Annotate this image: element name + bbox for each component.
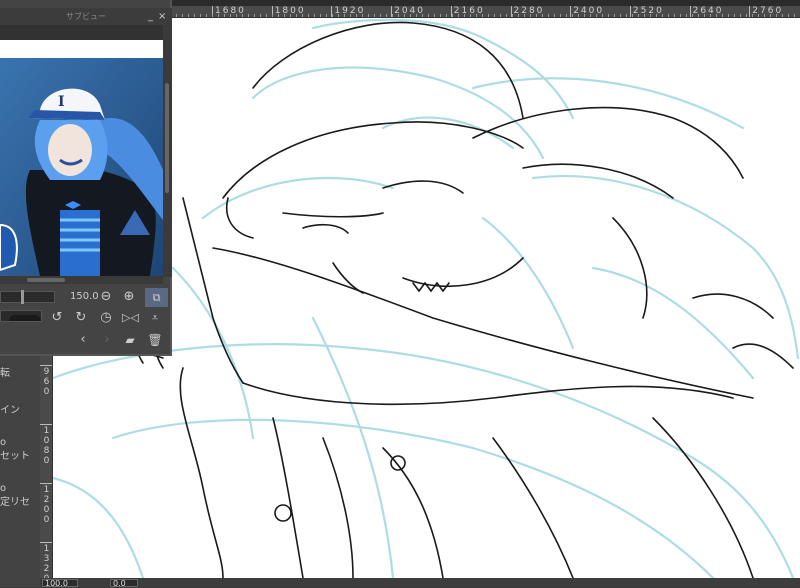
previous-icon[interactable]: ‹ <box>75 332 91 348</box>
panel-item-line[interactable]: イン <box>0 405 20 417</box>
zoom-in-icon[interactable]: ⊕ <box>121 289 137 305</box>
ruler-label: 960 <box>41 367 52 397</box>
zoom-slider[interactable] <box>0 291 55 303</box>
ruler-horizontal: 5016801800192020402160228024002520264027… <box>170 6 800 18</box>
subview-vertical-scrollbar[interactable] <box>163 25 172 277</box>
panel-item-o1: o <box>0 437 6 449</box>
subview-panel: サブビュー _ × I 150.0 ⊖ ⊕ ⧉ ↺ ↻ ◷ ▷◁ ⩡ <box>0 0 172 356</box>
ruler-tick <box>40 542 53 543</box>
ruler-tick <box>40 424 53 425</box>
panel-item-reset[interactable]: セット <box>0 451 30 463</box>
zoom-out-icon[interactable]: ⊖ <box>98 289 114 305</box>
delete-image-icon[interactable]: 🗑 <box>147 332 163 348</box>
ruler-label: 1080 <box>41 426 52 466</box>
cap-letter: I <box>58 94 65 110</box>
panel-item-o2: o <box>0 483 6 495</box>
subview-horizontal-scrollbar[interactable] <box>0 276 163 284</box>
status-bar: 100.0 0.0 <box>40 578 800 587</box>
open-image-icon[interactable]: ▰ <box>122 332 138 348</box>
rotate-right-icon[interactable]: ↻ <box>73 310 89 326</box>
subview-title[interactable]: サブビュー <box>0 8 172 25</box>
reference-image[interactable]: I <box>0 40 163 276</box>
ruler-tick <box>40 483 53 484</box>
zoom-field[interactable]: 100.0 <box>42 579 78 587</box>
rotation-slider[interactable] <box>0 310 42 322</box>
close-button[interactable]: × <box>158 8 166 25</box>
ruler-label: 1320 <box>41 544 52 578</box>
ruler-tick <box>749 6 750 18</box>
panel-item-reset-setting[interactable]: 定リセ <box>0 497 30 509</box>
ruler-tick <box>40 365 53 366</box>
subview-toolbar <box>0 25 163 40</box>
reset-rotation-icon[interactable]: ◷ <box>98 310 114 326</box>
minimize-button[interactable]: _ <box>148 8 153 25</box>
angle-field[interactable]: 0.0 <box>110 579 138 587</box>
ruler-tick <box>690 6 691 18</box>
flip-vertical-icon[interactable]: ⩡ <box>147 310 163 326</box>
ruler-label: 2760 <box>752 6 783 17</box>
left-panel: 転 イン o セット o 定リセ <box>0 355 40 587</box>
ruler-label: 1200 <box>41 485 52 525</box>
scroll-thumb[interactable] <box>165 83 169 193</box>
fit-view-icon[interactable]: ⧉ <box>145 288 168 307</box>
ruler-vertical: 960 1080 1200 1320 <box>40 355 53 578</box>
panel-item-rotate[interactable]: 転 <box>0 368 10 380</box>
flip-horizontal-icon[interactable]: ▷◁ <box>122 310 138 326</box>
rotate-left-icon[interactable]: ↺ <box>49 310 65 326</box>
scroll-thumb[interactable] <box>27 278 65 282</box>
zoom-value: 150.0 <box>70 291 99 302</box>
next-icon[interactable]: › <box>99 332 115 348</box>
ruler-tick <box>630 6 631 18</box>
